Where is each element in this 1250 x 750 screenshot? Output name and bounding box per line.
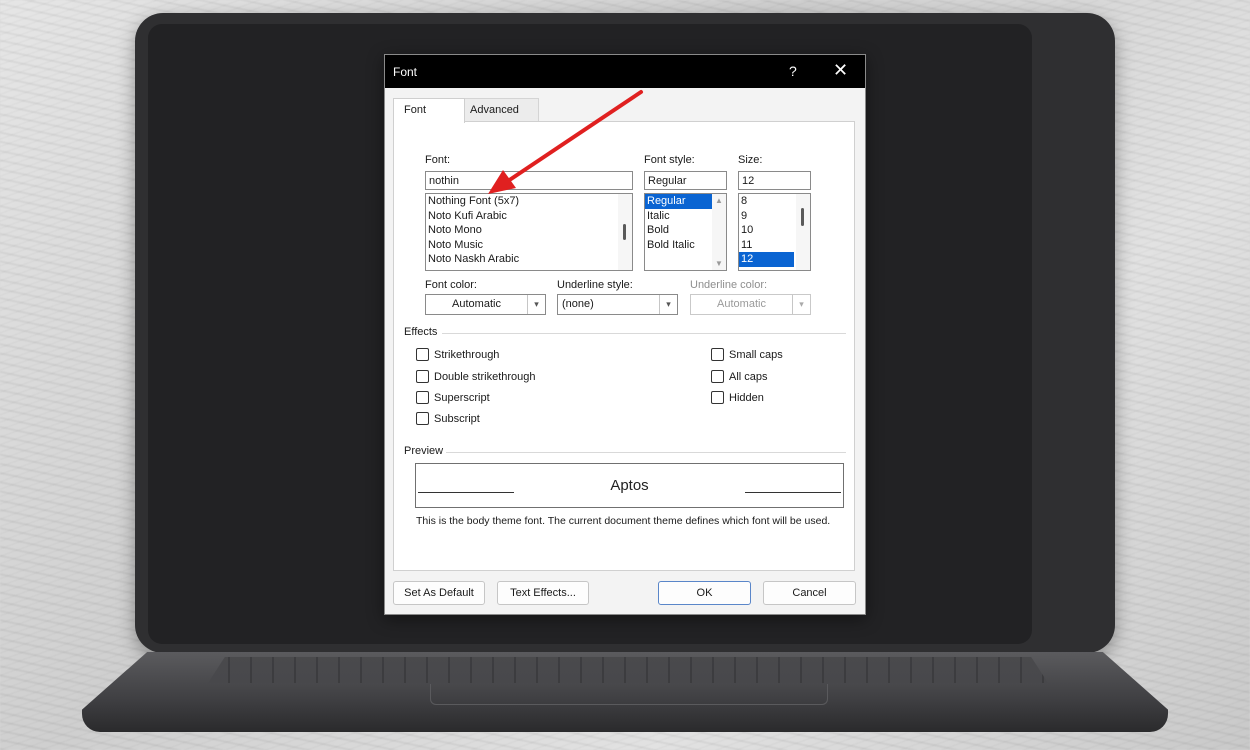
preview-box: Aptos [415,463,844,508]
checkbox-box[interactable] [416,390,429,404]
size-list[interactable]: 8 9 10 11 12 [738,193,811,271]
text-effects-button[interactable]: Text Effects... [497,581,589,605]
checkbox-box[interactable] [416,411,429,425]
dialog-title: Font [393,65,418,79]
underline-style-value: (none) [562,298,594,310]
size-label: Size: [738,154,763,166]
chevron-down-icon[interactable]: ▾ [659,295,677,314]
scroll-down-icon[interactable]: ▼ [715,259,723,268]
checkbox-box[interactable] [416,347,429,361]
double-strikethrough-checkbox[interactable]: Double strikethrough [416,369,536,386]
checkbox-label: Subscript [434,413,480,425]
checkbox-box[interactable] [416,369,429,383]
hidden-checkbox[interactable]: Hidden [711,390,764,407]
font-color-dropdown[interactable]: Automatic ▾ [425,294,546,315]
size-list-scrollbar[interactable] [796,194,810,270]
chevron-down-icon[interactable]: ▾ [527,295,545,314]
laptop-keyboard [208,657,1048,683]
underline-color-dropdown[interactable]: Automatic ▾ [690,294,811,315]
checkbox-box[interactable] [711,369,724,383]
style-list-scrollbar[interactable]: ▲ ▼ [712,194,726,270]
font-color-label: Font color: [425,279,477,291]
list-item[interactable]: Regular [645,194,712,209]
font-color-value: Automatic [452,298,501,310]
font-dialog: Font ? ✕ Font Advanced Font: nothin Noth… [384,54,866,615]
font-name-input[interactable]: nothin [425,171,633,190]
checkbox-label: Hidden [729,392,764,404]
font-style-list[interactable]: Regular Italic Bold Bold Italic ▲ ▼ [644,193,727,271]
font-list-scrollbar[interactable] [618,194,632,270]
checkbox-label: Superscript [434,392,490,404]
checkbox-label: Double strikethrough [434,371,536,383]
superscript-checkbox[interactable]: Superscript [416,390,490,407]
list-item[interactable]: Noto Music [426,238,632,253]
ok-button[interactable]: OK [658,581,751,605]
chevron-down-icon[interactable]: ▾ [792,295,810,314]
laptop-trackpad [430,684,828,705]
checkbox-box[interactable] [711,390,724,404]
effects-divider [442,333,846,334]
font-style-label: Font style: [644,154,695,166]
tab-advanced[interactable]: Advanced [459,98,539,121]
size-input[interactable]: 12 [738,171,811,190]
underline-style-label: Underline style: [557,279,633,291]
underline-color-label: Underline color: [690,279,768,291]
scroll-up-icon[interactable]: ▲ [715,196,723,205]
preview-heading: Preview [404,445,444,457]
dialog-titlebar: Font ? ✕ [385,55,865,88]
font-label: Font: [425,154,451,166]
list-item[interactable]: Noto Naskh Arabic [426,252,632,267]
small-caps-checkbox[interactable]: Small caps [711,347,783,364]
scroll-thumb[interactable] [801,208,804,226]
all-caps-checkbox[interactable]: All caps [711,369,768,386]
preview-description: This is the body theme font. The current… [416,515,831,527]
list-item[interactable]: Nothing Font (5x7) [426,194,632,209]
list-item[interactable]: Noto Kufi Arabic [426,209,632,224]
strikethrough-checkbox[interactable]: Strikethrough [416,347,500,364]
checkbox-label: Small caps [729,349,783,361]
checkbox-label: Strikethrough [434,349,500,361]
list-item[interactable]: Noto Mono [426,223,632,238]
underline-style-dropdown[interactable]: (none) ▾ [557,294,678,315]
cancel-button[interactable]: Cancel [763,581,856,605]
underline-color-value: Automatic [717,298,766,310]
close-icon[interactable]: ✕ [833,60,848,81]
list-item[interactable]: 12 [739,252,794,267]
scroll-thumb[interactable] [623,224,626,240]
effects-heading: Effects [404,326,438,338]
preview-baseline-right [745,492,841,493]
font-name-list[interactable]: Nothing Font (5x7) Noto Kufi Arabic Noto… [425,193,633,271]
checkbox-label: All caps [729,371,768,383]
font-style-input[interactable]: Regular [644,171,727,190]
checkbox-box[interactable] [711,347,724,361]
tab-font[interactable]: Font [393,98,465,123]
preview-divider [446,452,846,453]
subscript-checkbox[interactable]: Subscript [416,411,480,428]
help-button[interactable]: ? [789,63,797,79]
set-as-default-button[interactable]: Set As Default [393,581,485,605]
